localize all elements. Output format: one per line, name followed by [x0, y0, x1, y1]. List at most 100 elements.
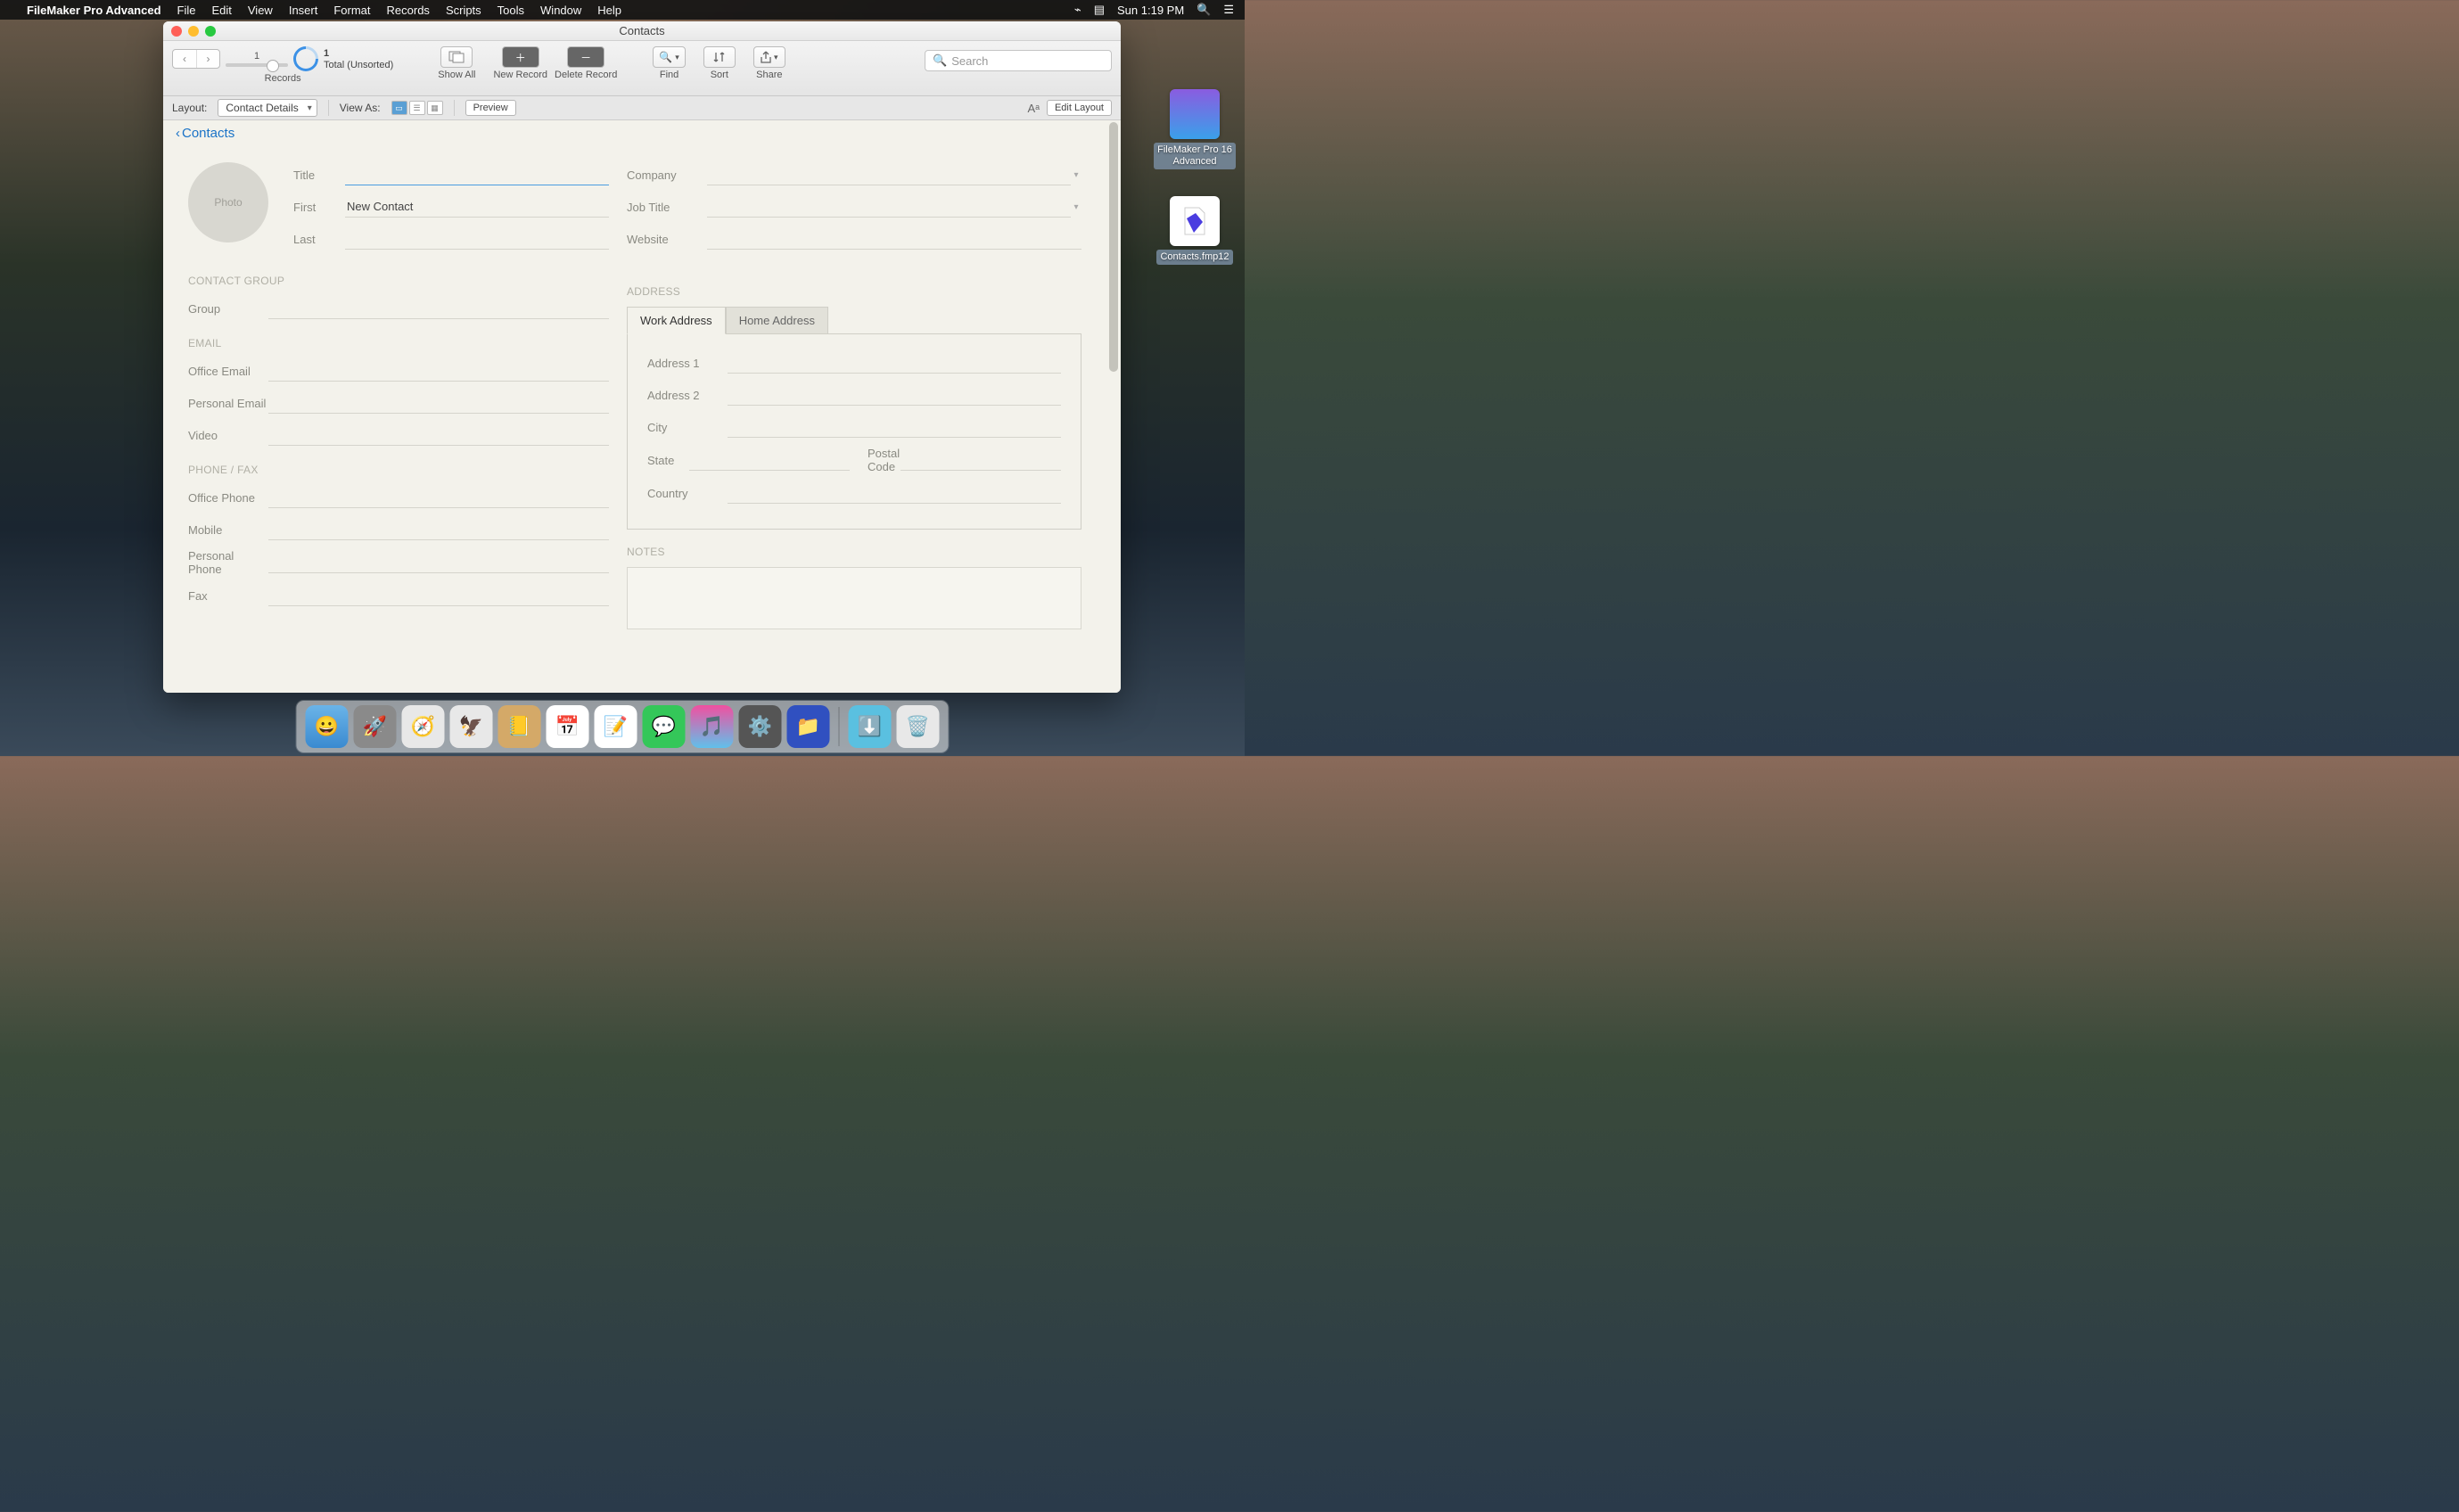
- tab-home-address[interactable]: Home Address: [726, 307, 828, 334]
- notes-head: NOTES: [627, 546, 1081, 558]
- record-slider[interactable]: [226, 63, 288, 67]
- menubar: FileMaker Pro Advanced File Edit View In…: [0, 0, 1245, 20]
- video-field[interactable]: [268, 424, 609, 446]
- search-input[interactable]: 🔍 Search: [925, 50, 1112, 71]
- company-field[interactable]: [707, 164, 1071, 185]
- menu-scripts[interactable]: Scripts: [446, 4, 481, 17]
- dock-contacts-icon[interactable]: 📒: [498, 705, 541, 748]
- vertical-scrollbar[interactable]: [1108, 122, 1119, 691]
- titlebar[interactable]: Contacts: [163, 21, 1121, 41]
- show-all-button[interactable]: [440, 46, 473, 68]
- address1-field[interactable]: [728, 352, 1061, 374]
- menu-window[interactable]: Window: [540, 4, 581, 17]
- last-field[interactable]: [345, 228, 609, 250]
- menu-extras-icon[interactable]: ☰: [1223, 3, 1234, 17]
- dock-trash-icon[interactable]: 🗑️: [897, 705, 940, 748]
- chevron-left-icon: ‹: [176, 126, 180, 141]
- desktop-icon-file[interactable]: Contacts.fmp12: [1154, 196, 1236, 265]
- state-field[interactable]: [689, 449, 850, 471]
- address2-label: Address 2: [647, 389, 728, 402]
- address2-field[interactable]: [728, 384, 1061, 406]
- dock-messages-icon[interactable]: 💬: [643, 705, 686, 748]
- next-record-button[interactable]: ›: [196, 50, 219, 68]
- mobile-field[interactable]: [268, 519, 609, 540]
- dock-calendar-icon[interactable]: 📅: [547, 705, 589, 748]
- personal-phone-field[interactable]: [268, 552, 609, 573]
- dock-mail-icon[interactable]: 🦅: [450, 705, 493, 748]
- dock-filemaker-icon[interactable]: 📁: [787, 705, 830, 748]
- tab-work-address[interactable]: Work Address: [627, 307, 726, 334]
- notification-center-icon[interactable]: ▤: [1094, 3, 1105, 17]
- menu-view[interactable]: View: [248, 4, 273, 17]
- script-status-icon[interactable]: ⌁: [1074, 3, 1081, 17]
- content-area: ‹ Contacts Photo Title First: [163, 120, 1121, 693]
- spotlight-icon[interactable]: 🔍: [1197, 3, 1211, 17]
- dock-separator: [839, 707, 840, 746]
- personal-phone-label: Personal Phone: [188, 549, 268, 576]
- postal-label: Postal Code: [868, 447, 901, 473]
- preview-button[interactable]: Preview: [465, 100, 516, 116]
- notes-field[interactable]: [627, 567, 1081, 629]
- dock: 😀 🚀 🧭 🦅 📒 📅 📝 💬 🎵 ⚙️ 📁 ⬇️ 🗑️: [297, 701, 949, 752]
- share-button[interactable]: ▾: [753, 46, 785, 68]
- menu-edit[interactable]: Edit: [211, 4, 231, 17]
- personal-email-field[interactable]: [268, 392, 609, 414]
- personal-email-label: Personal Email: [188, 397, 268, 410]
- company-label: Company: [627, 168, 707, 182]
- view-list-button[interactable]: ☰: [409, 101, 425, 115]
- last-label: Last: [293, 233, 345, 246]
- scroll-thumb[interactable]: [1109, 122, 1118, 372]
- company-dropdown-icon[interactable]: ▾: [1071, 170, 1081, 180]
- dock-itunes-icon[interactable]: 🎵: [691, 705, 734, 748]
- office-phone-field[interactable]: [268, 487, 609, 508]
- menu-file[interactable]: File: [177, 4, 196, 17]
- box-icon: [1170, 89, 1220, 139]
- video-label: Video: [188, 429, 268, 442]
- postal-field[interactable]: [901, 449, 1061, 471]
- menu-help[interactable]: Help: [597, 4, 621, 17]
- prev-record-button[interactable]: ‹: [173, 50, 196, 68]
- delete-record-button[interactable]: －: [567, 46, 604, 68]
- menu-insert[interactable]: Insert: [289, 4, 318, 17]
- sort-button[interactable]: [703, 46, 736, 68]
- city-field[interactable]: [728, 416, 1061, 438]
- view-form-button[interactable]: ▭: [391, 101, 407, 115]
- website-field[interactable]: [707, 228, 1081, 250]
- dock-notes-icon[interactable]: 📝: [595, 705, 637, 748]
- dock-downloads-icon[interactable]: ⬇️: [849, 705, 892, 748]
- formatting-icon[interactable]: Aᵃ: [1027, 102, 1040, 115]
- record-nav-buttons[interactable]: ‹ ›: [172, 49, 220, 69]
- jobtitle-field[interactable]: [707, 196, 1071, 218]
- dock-safari-icon[interactable]: 🧭: [402, 705, 445, 748]
- title-field[interactable]: [345, 164, 609, 185]
- breadcrumb[interactable]: ‹ Contacts: [163, 120, 1121, 146]
- new-record-button[interactable]: ＋: [502, 46, 539, 68]
- clock[interactable]: Sun 1:19 PM: [1117, 4, 1184, 17]
- email-head: EMAIL: [188, 337, 609, 349]
- record-pie-icon[interactable]: [288, 41, 324, 77]
- office-email-field[interactable]: [268, 360, 609, 382]
- group-field[interactable]: [268, 298, 609, 319]
- menu-records[interactable]: Records: [387, 4, 430, 17]
- mobile-label: Mobile: [188, 523, 268, 537]
- dock-finder-icon[interactable]: 😀: [306, 705, 349, 748]
- country-field[interactable]: [728, 482, 1061, 504]
- title-label: Title: [293, 168, 345, 182]
- app-menu[interactable]: FileMaker Pro Advanced: [27, 4, 161, 17]
- desktop-icon-app[interactable]: FileMaker Pro 16 Advanced: [1154, 89, 1236, 169]
- first-field[interactable]: [345, 196, 609, 218]
- find-button[interactable]: 🔍 ▾: [653, 46, 685, 68]
- dock-settings-icon[interactable]: ⚙️: [739, 705, 782, 748]
- address-head: ADDRESS: [627, 285, 1081, 298]
- photo-placeholder[interactable]: Photo: [188, 162, 268, 242]
- menu-format[interactable]: Format: [333, 4, 370, 17]
- menu-tools[interactable]: Tools: [498, 4, 524, 17]
- layout-select[interactable]: Contact Details: [218, 99, 317, 117]
- dock-launchpad-icon[interactable]: 🚀: [354, 705, 397, 748]
- view-table-button[interactable]: ▦: [427, 101, 443, 115]
- address1-label: Address 1: [647, 357, 728, 370]
- layout-bar: Layout: Contact Details View As: ▭ ☰ ▦ P…: [163, 96, 1121, 120]
- jobtitle-dropdown-icon[interactable]: ▾: [1071, 202, 1081, 212]
- fax-field[interactable]: [268, 585, 609, 606]
- edit-layout-button[interactable]: Edit Layout: [1047, 100, 1112, 116]
